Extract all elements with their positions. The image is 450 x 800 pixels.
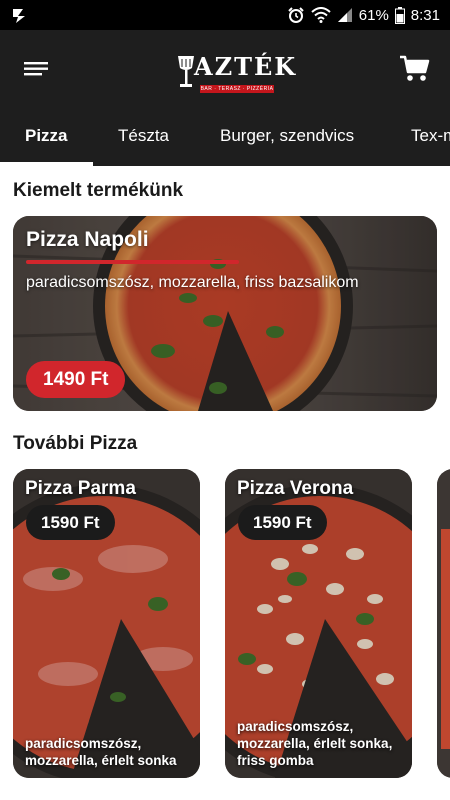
clock: 8:31: [410, 6, 440, 24]
featured-product-name: Pizza Napoli: [26, 228, 149, 251]
product-description: paradicsomszósz, mozzarella, érlelt sonk…: [237, 719, 393, 768]
featured-product-price: 1490 Ft: [26, 361, 126, 398]
featured-product-card[interactable]: Pizza Napoli paradicsomszósz, mozzarella…: [13, 216, 437, 411]
notification-icon: [13, 9, 25, 23]
product-price: 1590 Ft: [26, 505, 115, 540]
brand-tagline: BAR · TERASZ · PIZZÉRIA: [200, 85, 274, 93]
product-card-parma[interactable]: Pizza Parma 1590 Ft paradicsomszósz, moz…: [13, 469, 200, 778]
battery-icon: [394, 6, 405, 24]
product-name: Pizza Verona: [237, 478, 354, 499]
battery-percent: 61%: [358, 6, 389, 24]
product-description: paradicsomszósz, mozzarella, érlelt sonk…: [25, 736, 177, 768]
tab-teszta[interactable]: Tészta: [118, 108, 169, 166]
status-bar: 61% 8:31: [0, 0, 450, 30]
category-tabs: Pizza Tészta Burger, szendvics Tex-m: [0, 108, 450, 166]
more-section-title: További Pizza: [13, 433, 138, 454]
cart-icon[interactable]: [398, 54, 432, 84]
tab-tex-mex[interactable]: Tex-m: [411, 108, 450, 166]
product-name: Pizza Parma: [25, 478, 136, 499]
product-card-next[interactable]: [437, 469, 450, 778]
product-price: 1590 Ft: [238, 505, 327, 540]
brand-name: AZTÉK: [194, 52, 298, 81]
tab-pizza[interactable]: Pizza: [25, 108, 68, 166]
featured-product-description: paradicsomszósz, mozzarella, friss bazsa…: [26, 274, 359, 291]
app-bar: AZTÉK BAR · TERASZ · PIZZÉRIA: [0, 30, 450, 108]
pizza-image: [437, 469, 450, 778]
brand-logo: AZTÉK BAR · TERASZ · PIZZÉRIA: [176, 50, 295, 94]
alarm-icon: [288, 7, 304, 23]
featured-title-underline: [26, 260, 239, 264]
product-card-verona[interactable]: Pizza Verona 1590 Ft paradicsomszósz, mo…: [225, 469, 412, 778]
hamburger-icon[interactable]: [20, 56, 52, 82]
featured-section-title: Kiemelt termékünk: [13, 180, 184, 201]
wifi-icon: [311, 7, 331, 23]
glass-icon: [178, 56, 194, 87]
signal-icon: [337, 8, 352, 22]
active-tab-indicator: [0, 162, 93, 166]
tab-burger-szendvics[interactable]: Burger, szendvics: [220, 108, 354, 166]
